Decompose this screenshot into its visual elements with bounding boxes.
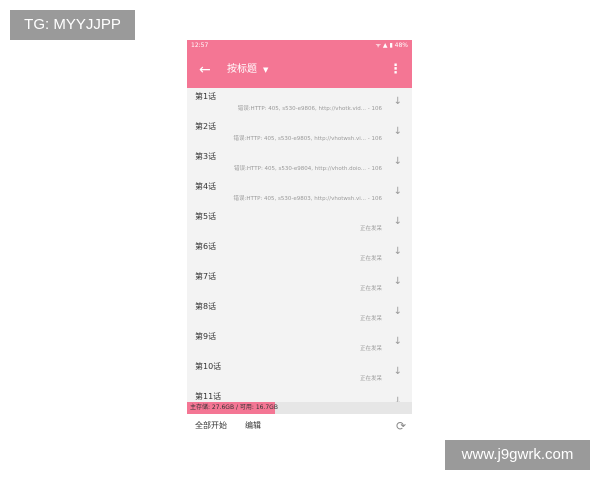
episode-name: 第6话 <box>195 242 217 251</box>
download-icon[interactable]: ↓ <box>394 96 402 108</box>
episode-name: 第11话 <box>195 392 222 401</box>
episode-status: 正在发呆 <box>359 286 382 292</box>
download-icon[interactable]: ↓ <box>394 126 402 138</box>
watermark-bottom-right: www.j9gwrk.com <box>445 440 590 470</box>
download-icon[interactable]: ↓ <box>394 336 402 348</box>
episode-status: 错误:HTTP: 405, s530-e9804, http://vhoth.d… <box>234 166 382 172</box>
status-bar: 12:57 ᯤ ▲ ▮ 48% <box>187 40 412 52</box>
download-icon[interactable]: ↓ <box>394 366 402 378</box>
episode-status: 正在发呆 <box>359 256 382 262</box>
episode-status: 正在发呆 <box>359 346 382 352</box>
app-bar: ← 按标题 ▼ ⋮ <box>187 52 412 88</box>
list-item[interactable]: 第11话 ↓ <box>187 388 412 402</box>
list-item[interactable]: 第10话 正在发呆 ↓ <box>187 358 412 388</box>
list-item[interactable]: 第8话 正在发呆 ↓ <box>187 298 412 328</box>
episode-status: 正在发呆 <box>359 376 382 382</box>
list-item[interactable]: 第6话 正在发呆 ↓ <box>187 238 412 268</box>
list-item[interactable]: 第5话 正在发呆 ↓ <box>187 208 412 238</box>
list-item[interactable]: 第3话 错误:HTTP: 405, s530-e9804, http://vho… <box>187 148 412 178</box>
episode-name: 第1话 <box>195 92 217 101</box>
episode-status: 错误:HTTP: 405, s530-e9803, http://vhotwsh… <box>233 196 382 202</box>
watermark-top-left: TG: MYYJJPP <box>10 10 135 40</box>
bottom-bar: 全部开始 编辑 ⟳ <box>187 414 412 440</box>
episode-status: 正在发呆 <box>359 316 382 322</box>
download-icon[interactable]: ↓ <box>394 246 402 258</box>
download-icon[interactable]: ↓ <box>394 306 402 318</box>
more-options-icon[interactable]: ⋮ <box>389 62 402 78</box>
sort-title[interactable]: 按标题 <box>227 64 257 76</box>
episode-name: 第2话 <box>195 122 217 131</box>
episode-name: 第5话 <box>195 212 217 221</box>
status-icons: ᯤ ▲ ▮ 48% <box>375 42 408 49</box>
list-item[interactable]: 第1话 错误:HTTP: 405, s530-e9806, http://vho… <box>187 88 412 118</box>
download-icon[interactable]: ↓ <box>394 156 402 168</box>
status-time: 12:57 <box>191 42 209 49</box>
episode-name: 第4话 <box>195 182 217 191</box>
dropdown-caret-icon[interactable]: ▼ <box>263 64 268 76</box>
edit-button[interactable]: 编辑 <box>245 421 261 431</box>
episode-status: 错误:HTTP: 405, s530-e9806, http://vhotk.v… <box>237 106 382 112</box>
storage-text: 主存储: 27.6GB / 可用: 16.7GB <box>190 404 278 411</box>
start-all-button[interactable]: 全部开始 <box>195 421 227 431</box>
phone-screen: 12:57 ᯤ ▲ ▮ 48% ← 按标题 ▼ ⋮ 第1话 错误:HTTP: 4… <box>187 40 412 440</box>
list-item[interactable]: 第9话 正在发呆 ↓ <box>187 328 412 358</box>
episode-status: 正在发呆 <box>359 226 382 232</box>
download-icon[interactable]: ↓ <box>394 186 402 198</box>
episode-list[interactable]: 第1话 错误:HTTP: 405, s530-e9806, http://vho… <box>187 88 412 402</box>
download-icon[interactable]: ↓ <box>394 276 402 288</box>
episode-name: 第8话 <box>195 302 217 311</box>
list-item[interactable]: 第4话 错误:HTTP: 405, s530-e9803, http://vho… <box>187 178 412 208</box>
list-item[interactable]: 第7话 正在发呆 ↓ <box>187 268 412 298</box>
episode-status: 错误:HTTP: 405, s530-e9805, http://vhotwsh… <box>233 136 382 142</box>
list-item[interactable]: 第2话 错误:HTTP: 405, s530-e9805, http://vho… <box>187 118 412 148</box>
episode-name: 第10话 <box>195 362 222 371</box>
download-icon[interactable]: ↓ <box>394 216 402 228</box>
storage-bar: 主存储: 27.6GB / 可用: 16.7GB <box>187 402 412 414</box>
refresh-icon[interactable]: ⟳ <box>396 418 406 434</box>
episode-name: 第3话 <box>195 152 217 161</box>
episode-name: 第9话 <box>195 332 217 341</box>
back-arrow-icon[interactable]: ← <box>199 61 211 79</box>
episode-name: 第7话 <box>195 272 217 281</box>
